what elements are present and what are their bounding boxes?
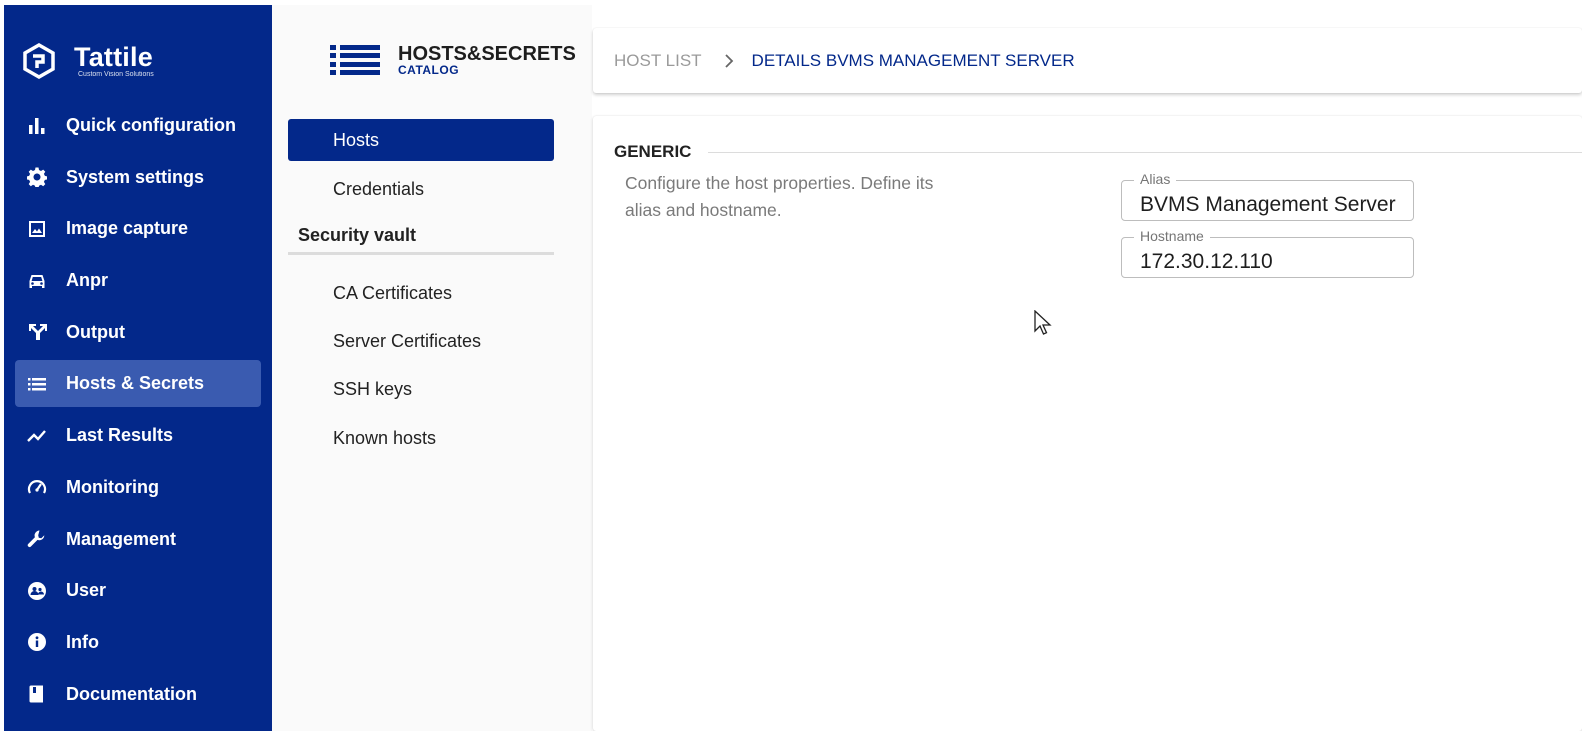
trending-line-icon — [26, 425, 48, 447]
menu-item-known-hosts[interactable]: Known hosts — [288, 417, 554, 459]
alias-field: Alias — [1121, 171, 1414, 221]
sidebar-item-label: System settings — [66, 166, 205, 187]
hostname-field: Hostname — [1121, 228, 1414, 278]
menu-item-ca-certificates[interactable]: CA Certificates — [288, 272, 554, 314]
chevron-right-icon — [724, 53, 733, 68]
sidebar: Tattile Custom Vision Solutions Quick co… — [4, 5, 272, 731]
list-icon — [330, 45, 380, 75]
section-divider — [708, 152, 1582, 153]
catalog-title: HOSTS&SECRETS — [398, 42, 576, 65]
info-icon — [26, 631, 48, 653]
list-icon — [26, 373, 48, 395]
section-title-generic: GENERIC — [614, 142, 692, 161]
sidebar-item-system-settings[interactable]: System settings — [15, 154, 261, 201]
breadcrumb-current: DETAILS BVMS MANAGEMENT SERVER — [751, 50, 1075, 70]
brand-tagline: Custom Vision Solutions — [78, 71, 154, 78]
breadcrumb: HOST LIST DETAILS BVMS MANAGEMENT SERVER — [593, 28, 1582, 93]
alias-input[interactable] — [1122, 181, 1413, 220]
sidebar-item-label: User — [66, 580, 107, 601]
sidebar-item-label: Anpr — [66, 270, 108, 291]
sidebar-item-monitoring[interactable]: Monitoring — [15, 464, 261, 511]
sidebar-item-label: Hosts & Secrets — [66, 373, 205, 394]
menu-item-server-certificates[interactable]: Server Certificates — [288, 320, 554, 362]
sidebar-item-quick-configuration[interactable]: Quick configuration — [15, 102, 261, 149]
bar-chart-icon — [26, 115, 48, 137]
book-icon — [26, 683, 48, 705]
gear-icon — [26, 166, 48, 188]
sidebar-item-label: Quick configuration — [66, 115, 237, 135]
sidebar-item-label: Documentation — [66, 683, 198, 704]
brand-name: Tattile — [74, 42, 153, 72]
sidebar-item-management[interactable]: Management — [15, 516, 261, 563]
sidebar-item-label: Output — [66, 321, 125, 342]
sidebar-item-image-capture[interactable]: Image capture — [15, 205, 261, 252]
mouse-pointer-icon — [1034, 310, 1052, 335]
image-icon — [26, 218, 48, 240]
sidebar-item-documentation[interactable]: Documentation — [15, 671, 261, 718]
menu-section-security-vault: Security vault — [288, 225, 554, 255]
hostname-input[interactable] — [1122, 238, 1413, 277]
brand-logo[interactable]: Tattile Custom Vision Solutions — [22, 43, 154, 79]
menu-item-credentials[interactable]: Credentials — [288, 168, 554, 210]
sidebar-item-user[interactable]: User — [15, 567, 261, 614]
sidebar-item-label: Last Results — [66, 425, 174, 446]
sidebar-item-anpr[interactable]: Anpr — [15, 257, 261, 304]
sidebar-item-label: Monitoring — [66, 476, 159, 497]
sidebar-item-output[interactable]: Output — [15, 309, 261, 356]
sidebar-item-label: Management — [66, 528, 177, 549]
catalog-subtitle: CATALOG — [398, 62, 460, 77]
host-details-card: GENERIC Configure the host properties. D… — [593, 116, 1582, 731]
menu-item-ssh-keys[interactable]: SSH keys — [288, 368, 554, 410]
sidebar-item-hosts-secrets[interactable]: Hosts & Secrets — [15, 360, 261, 408]
sidebar-item-label: Image capture — [66, 218, 189, 239]
breadcrumb-host-list-link[interactable]: HOST LIST — [614, 51, 702, 71]
menu-item-hosts[interactable]: Hosts — [288, 119, 554, 161]
catalog-header: HOSTS&SECRETS CATALOG — [330, 43, 576, 77]
sidebar-nav: Quick configuration System settings Imag… — [15, 102, 261, 722]
section-description: Configure the host properties. Define it… — [625, 173, 934, 220]
sidebar-item-last-results[interactable]: Last Results — [15, 412, 261, 459]
catalog-panel: HOSTS&SECRETS CATALOG Hosts Credentials … — [272, 5, 592, 731]
user-globe-icon — [26, 580, 48, 602]
car-icon — [26, 270, 48, 292]
sidebar-item-label: Info — [66, 631, 99, 652]
gauge-icon — [26, 476, 48, 498]
sidebar-item-info[interactable]: Info — [15, 619, 261, 666]
wrench-icon — [26, 528, 48, 550]
fork-arrows-icon — [26, 321, 48, 343]
tattile-logo-icon — [23, 43, 55, 79]
